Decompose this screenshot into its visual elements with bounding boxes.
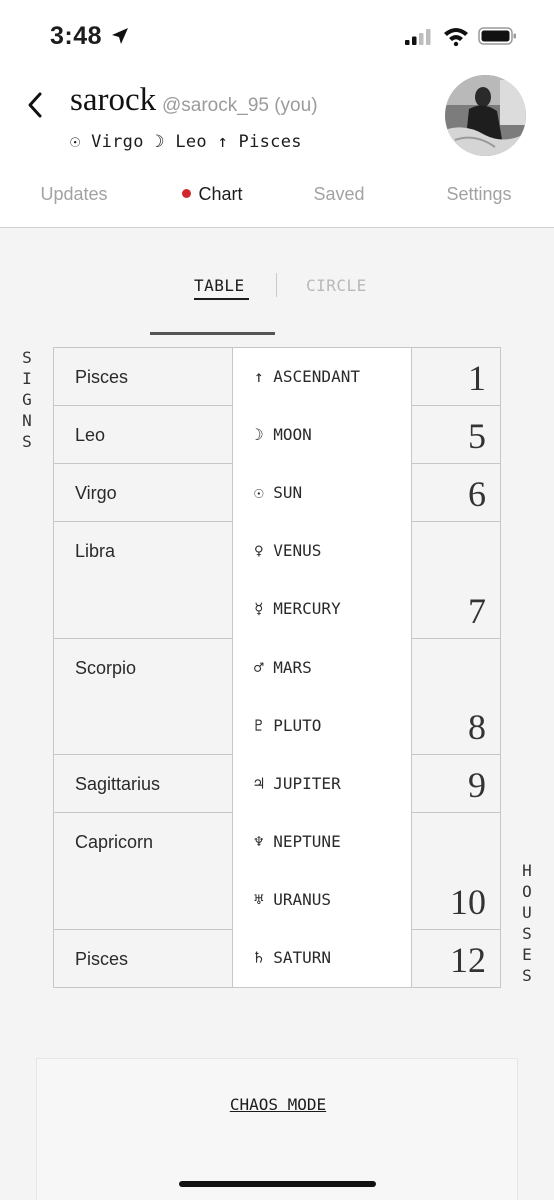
house-number: 9 — [468, 765, 486, 805]
sign-label: Pisces — [75, 949, 129, 969]
planet-row[interactable]: ♀ VENUS — [233, 522, 411, 580]
house-number: 10 — [450, 882, 486, 922]
house-cell[interactable]: 6 — [412, 464, 500, 522]
planet-row[interactable]: ↑ ASCENDANT — [233, 348, 411, 406]
chart-table: Pisces Leo Virgo Libra Scorpio Sagittari… — [53, 347, 501, 988]
tab-chart-label: Chart — [198, 184, 243, 204]
house-cell[interactable]: 1 — [412, 348, 500, 406]
sign-cell[interactable]: Leo — [54, 406, 232, 464]
house-cell[interactable]: 5 — [412, 406, 500, 464]
bottom-card: CHAOS MODE — [36, 1058, 518, 1200]
sign-label: Pisces — [75, 367, 129, 387]
house-number: 1 — [468, 358, 486, 398]
house-number: 6 — [468, 474, 486, 514]
profile-username: sarock — [70, 82, 157, 118]
wifi-icon — [444, 28, 468, 46]
planet-row[interactable]: ♄ SATURN — [233, 929, 411, 987]
house-cell[interactable]: 7 — [412, 522, 500, 639]
planet-row[interactable]: ☽ MOON — [233, 406, 411, 464]
tab-saved-label: Saved — [313, 184, 365, 204]
planet-label: ☉ SUN — [254, 483, 303, 502]
house-number: 5 — [468, 416, 486, 456]
sign-label: Leo — [75, 425, 106, 445]
house-number: 7 — [468, 591, 486, 631]
house-cell[interactable]: 10 — [412, 813, 500, 930]
circle-view-toggle[interactable]: CIRCLE — [306, 276, 367, 295]
tab-settings-label: Settings — [446, 184, 512, 204]
profile-handle: @sarock_95 (you) — [162, 95, 318, 116]
planet-row[interactable]: ☿ MERCURY — [233, 580, 411, 638]
tab-settings[interactable]: Settings — [404, 184, 554, 224]
big-three-placements: ☉ Virgo ☽ Leo ↑ Pisces — [70, 132, 302, 152]
sign-cell[interactable]: Capricorn — [54, 813, 232, 930]
status-bar: 3:48 — [0, 0, 554, 70]
avatar[interactable] — [445, 75, 526, 156]
status-time: 3:48 — [50, 22, 103, 50]
sign-cell[interactable]: Sagittarius — [54, 755, 232, 813]
planet-label: ☿ MERCURY — [254, 599, 341, 618]
tab-updates-label: Updates — [40, 184, 108, 204]
sign-cell[interactable]: Pisces — [54, 930, 232, 987]
sign-cell[interactable]: Pisces — [54, 348, 232, 406]
table-toggle-underline — [194, 298, 249, 300]
planet-label: ↑ ASCENDANT — [254, 367, 360, 386]
houses-axis-label: HOUSES — [522, 861, 532, 985]
planet-label: ♄ SATURN — [254, 948, 332, 967]
active-tab-underline — [150, 332, 275, 335]
cellular-signal-icon — [405, 29, 431, 45]
planet-row[interactable]: ☉ SUN — [233, 464, 411, 522]
tab-saved[interactable]: Saved — [275, 184, 403, 224]
planet-row[interactable]: ♆ NEPTUNE — [233, 813, 411, 871]
profile-header: sarock @sarock_95 (you) ☉ Virgo ☽ Leo ↑ … — [0, 70, 554, 335]
planet-row[interactable]: ♃ JUPITER — [233, 755, 411, 813]
house-cell[interactable]: 12 — [412, 930, 500, 987]
planet-row[interactable]: ♅ URANUS — [233, 871, 411, 929]
planet-row[interactable]: ♇ PLUTO — [233, 697, 411, 755]
sign-cell[interactable]: Scorpio — [54, 639, 232, 755]
sign-label: Libra — [75, 541, 116, 561]
house-number: 8 — [468, 707, 486, 747]
planet-label: ♃ JUPITER — [254, 774, 341, 793]
table-view-toggle[interactable]: TABLE — [194, 276, 245, 295]
tab-updates[interactable]: Updates — [0, 184, 148, 224]
signs-column: Pisces Leo Virgo Libra Scorpio Sagittari… — [53, 347, 233, 988]
sign-label: Sagittarius — [75, 774, 161, 794]
planet-label: ☽ MOON — [254, 425, 312, 444]
profile-tabs: Updates Chart Saved Settings — [0, 178, 554, 335]
sign-cell[interactable]: Virgo — [54, 464, 232, 522]
planets-column: ↑ ASCENDANT ☽ MOON ☉ SUN ♀ VENUS ☿ MERCU… — [232, 347, 412, 988]
house-cell[interactable]: 9 — [412, 755, 500, 813]
planet-label: ♆ NEPTUNE — [254, 832, 341, 851]
chaos-mode-link[interactable]: CHAOS MODE — [37, 1095, 519, 1114]
signs-axis-label: SIGNS — [22, 348, 32, 451]
planet-label: ♇ PLUTO — [254, 716, 322, 735]
battery-icon — [478, 27, 516, 45]
toggle-divider — [276, 273, 277, 297]
planet-label: ♀ VENUS — [254, 541, 322, 560]
planet-label: ♂ MARS — [254, 658, 312, 677]
location-arrow-icon — [112, 28, 128, 44]
tab-chart[interactable]: Chart — [150, 184, 275, 224]
sign-label: Scorpio — [75, 658, 137, 678]
planet-label: ♅ URANUS — [254, 890, 332, 909]
sign-label: Virgo — [75, 483, 117, 503]
house-cell[interactable]: 8 — [412, 639, 500, 755]
house-number: 12 — [450, 940, 486, 980]
houses-column: 1 5 6 7 8 9 10 12 — [411, 347, 501, 988]
active-dot-icon — [182, 189, 192, 198]
back-chevron-icon[interactable] — [22, 88, 52, 122]
sign-label: Capricorn — [75, 832, 154, 852]
planet-row[interactable]: ♂ MARS — [233, 639, 411, 697]
sign-cell[interactable]: Libra — [54, 522, 232, 639]
home-indicator[interactable] — [179, 1181, 376, 1187]
